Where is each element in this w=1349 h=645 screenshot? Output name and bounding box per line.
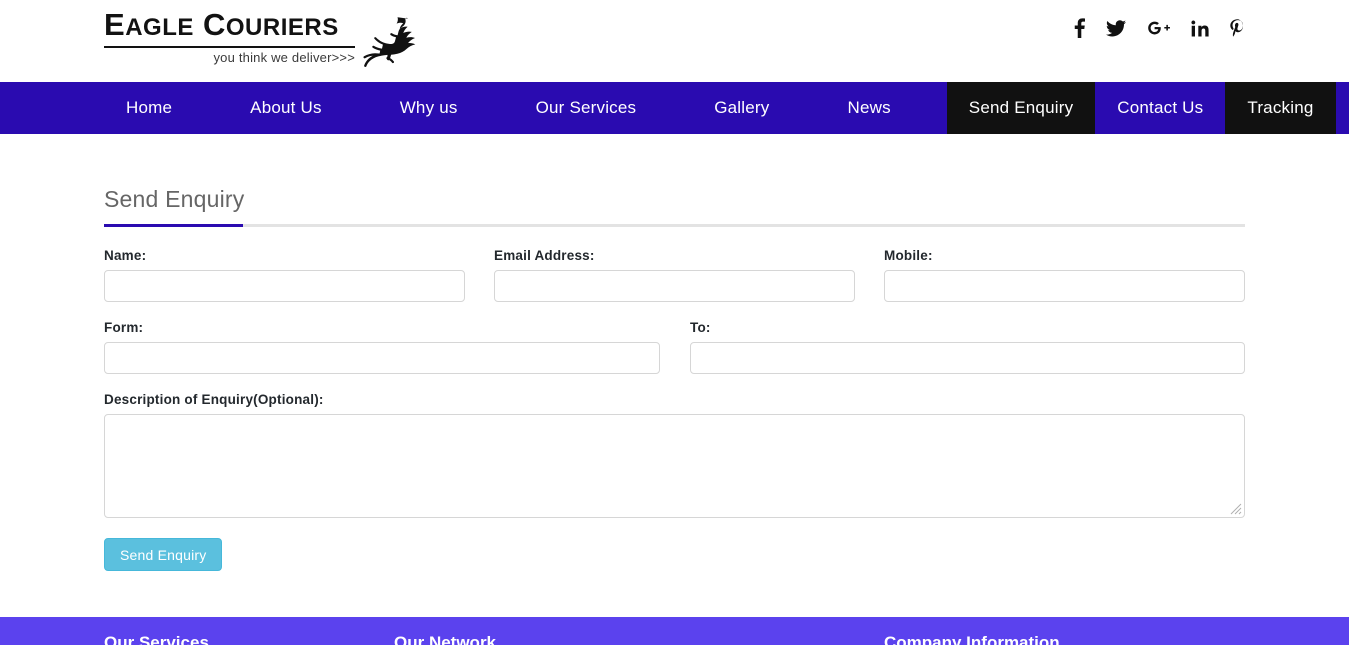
field-group-description: Description of Enquiry(Optional): [104, 392, 1245, 518]
twitter-icon[interactable] [1106, 19, 1126, 37]
send-enquiry-button[interactable]: Send Enquiry [104, 538, 223, 571]
name-input[interactable] [104, 270, 465, 302]
to-label: To: [690, 320, 711, 335]
main-navigation: Home About Us Why us Our Services Galler… [0, 82, 1349, 134]
from-label: Form: [104, 320, 144, 335]
footer-heading-company-information: Company Information [884, 633, 1060, 645]
name-label: Name: [104, 248, 147, 263]
description-label: Description of Enquiry(Optional): [104, 392, 324, 407]
eagle-icon [363, 17, 416, 67]
mobile-label: Mobile: [884, 248, 933, 263]
nav-item-about-us[interactable]: About Us [228, 82, 344, 134]
field-group-to: To: [690, 320, 1245, 374]
linkedin-icon[interactable] [1191, 20, 1209, 37]
site-footer: Our Services Our Network Company Informa… [0, 617, 1349, 645]
site-logo[interactable]: EAGLE COURIERS you think we deliver>>> [104, 8, 416, 72]
footer-inner: Our Services Our Network Company Informa… [0, 617, 1349, 645]
field-group-email: Email Address: [494, 248, 855, 302]
nav-item-contact-us[interactable]: Contact Us [1095, 82, 1225, 134]
nav-item-gallery[interactable]: Gallery [692, 82, 791, 134]
footer-heading-our-services: Our Services [104, 633, 209, 645]
nav-item-why-us[interactable]: Why us [378, 82, 480, 134]
field-group-name: Name: [104, 248, 465, 302]
form-row-route: Form: To: [104, 320, 1245, 374]
logo-word-e: E [104, 7, 126, 42]
field-group-mobile: Mobile: [884, 248, 1245, 302]
nav-item-our-services[interactable]: Our Services [514, 82, 659, 134]
description-wrapper [104, 414, 1245, 518]
logo-word-agle: AGLE [125, 14, 194, 41]
email-label: Email Address: [494, 248, 595, 263]
nav-item-send-enquiry[interactable]: Send Enquiry [946, 82, 1096, 134]
logo-word-ouriers: OURIERS [225, 14, 339, 41]
field-group-from: Form: [104, 320, 660, 374]
to-input[interactable] [690, 342, 1245, 374]
enquiry-form: Name: Email Address: Mobile: Form: To: D… [104, 248, 1245, 571]
nav-item-tracking[interactable]: Tracking [1225, 82, 1336, 134]
page-title: Send Enquiry [104, 186, 245, 212]
page-title-underline [104, 224, 1245, 227]
mobile-input[interactable] [884, 270, 1245, 302]
description-textarea[interactable] [104, 414, 1245, 518]
google-plus-icon[interactable] [1147, 20, 1170, 36]
main-content: Send Enquiry Name: Email Address: Mobile… [0, 134, 1349, 619]
logo-word-c: C [202, 7, 226, 42]
logo-tagline: you think we deliver>>> [213, 50, 355, 65]
logo-divider [104, 46, 355, 48]
from-input[interactable] [104, 342, 660, 374]
nav-item-news[interactable]: News [825, 82, 912, 134]
form-row-contact: Name: Email Address: Mobile: [104, 248, 1245, 302]
email-input[interactable] [494, 270, 855, 302]
social-links [1074, 18, 1245, 38]
nav-item-home[interactable]: Home [104, 82, 194, 134]
facebook-icon[interactable] [1074, 18, 1085, 38]
footer-heading-our-network: Our Network [394, 633, 497, 645]
pinterest-icon[interactable] [1230, 18, 1245, 38]
site-header: EAGLE COURIERS you think we deliver>>> [0, 0, 1349, 82]
